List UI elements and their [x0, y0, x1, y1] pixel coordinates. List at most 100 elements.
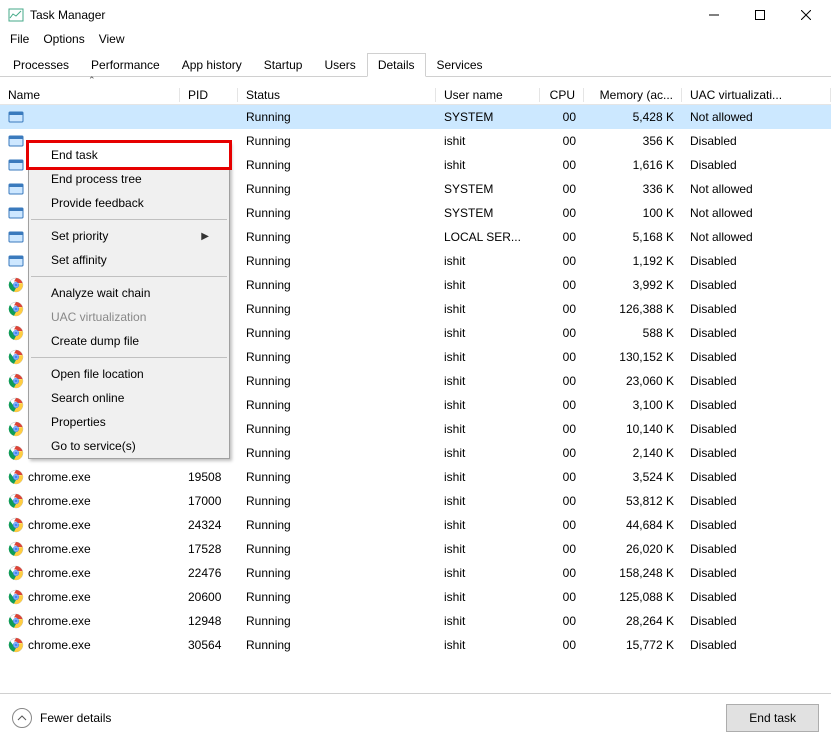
cell-memory: 130,152 K — [584, 350, 682, 364]
cm-separator — [31, 357, 227, 358]
process-icon — [8, 301, 24, 317]
cell-memory: 125,088 K — [584, 590, 682, 604]
process-icon — [8, 253, 24, 269]
cell-status: Running — [238, 638, 436, 652]
cell-user: ishit — [436, 494, 540, 508]
cm-provide-feedback[interactable]: Provide feedback — [29, 191, 229, 215]
cm-set-priority[interactable]: Set priority ▶ — [29, 224, 229, 248]
cm-search-online[interactable]: Search online — [29, 386, 229, 410]
table-row[interactable]: chrome.exe12948Runningishit0028,264 KDis… — [0, 609, 831, 633]
cell-uac: Disabled — [682, 422, 831, 436]
fewer-details-label: Fewer details — [40, 711, 111, 725]
cell-cpu: 00 — [540, 278, 584, 292]
cell-cpu: 00 — [540, 494, 584, 508]
column-headers: ⌃ Name PID Status User name CPU Memory (… — [0, 77, 831, 105]
tab-details[interactable]: Details — [367, 53, 426, 77]
cell-status: Running — [238, 158, 436, 172]
cell-status: Running — [238, 422, 436, 436]
table-row[interactable]: chrome.exe17000Runningishit0053,812 KDis… — [0, 489, 831, 513]
cell-uac: Disabled — [682, 446, 831, 460]
cm-analyze-wait-chain[interactable]: Analyze wait chain — [29, 281, 229, 305]
cm-create-dump[interactable]: Create dump file — [29, 329, 229, 353]
header-cpu[interactable]: CPU — [540, 88, 584, 102]
cell-memory: 5,428 K — [584, 110, 682, 124]
cell-memory: 23,060 K — [584, 374, 682, 388]
cell-uac: Disabled — [682, 158, 831, 172]
tab-services[interactable]: Services — [426, 53, 494, 77]
cell-cpu: 00 — [540, 638, 584, 652]
cell-status: Running — [238, 302, 436, 316]
end-task-button[interactable]: End task — [726, 704, 819, 732]
cell-status: Running — [238, 566, 436, 580]
header-name[interactable]: Name — [0, 88, 180, 102]
header-user[interactable]: User name — [436, 88, 540, 102]
header-uac[interactable]: UAC virtualizati... — [682, 88, 831, 102]
fewer-details-link[interactable]: Fewer details — [12, 708, 111, 728]
table-row[interactable]: chrome.exe20600Runningishit00125,088 KDi… — [0, 585, 831, 609]
table-row[interactable]: chrome.exe30564Runningishit0015,772 KDis… — [0, 633, 831, 655]
process-icon — [8, 397, 24, 413]
cell-uac: Disabled — [682, 398, 831, 412]
tab-processes[interactable]: Processes — [2, 53, 80, 77]
bottom-bar: Fewer details End task — [0, 693, 831, 741]
cell-user: ishit — [436, 422, 540, 436]
cell-name: chrome.exe — [28, 494, 91, 508]
cell-uac: Disabled — [682, 326, 831, 340]
cell-user: ishit — [436, 278, 540, 292]
cell-uac: Disabled — [682, 350, 831, 364]
table-row[interactable]: chrome.exe22476Runningishit00158,248 KDi… — [0, 561, 831, 585]
table-row[interactable]: chrome.exe19508Runningishit003,524 KDisa… — [0, 465, 831, 489]
cell-memory: 3,992 K — [584, 278, 682, 292]
cm-end-task[interactable]: End task — [26, 140, 232, 170]
cm-set-affinity[interactable]: Set affinity — [29, 248, 229, 272]
cell-status: Running — [238, 374, 436, 388]
cell-memory: 126,388 K — [584, 302, 682, 316]
menu-view[interactable]: View — [99, 32, 125, 46]
cell-cpu: 00 — [540, 182, 584, 196]
cell-cpu: 00 — [540, 110, 584, 124]
cell-name: chrome.exe — [28, 590, 91, 604]
process-icon — [8, 469, 24, 485]
header-status[interactable]: Status — [238, 88, 436, 102]
close-button[interactable] — [783, 0, 829, 30]
cell-status: Running — [238, 398, 436, 412]
header-pid[interactable]: PID — [180, 88, 238, 102]
tab-startup[interactable]: Startup — [253, 53, 314, 77]
cell-name: chrome.exe — [28, 614, 91, 628]
cell-uac: Disabled — [682, 302, 831, 316]
tabbar: Processes Performance App history Startu… — [0, 52, 831, 77]
cell-status: Running — [238, 350, 436, 364]
cell-status: Running — [238, 110, 436, 124]
cell-user: SYSTEM — [436, 110, 540, 124]
table-row[interactable]: RunningSYSTEM005,428 KNot allowed — [0, 105, 831, 129]
menubar: File Options View — [0, 30, 831, 52]
maximize-button[interactable] — [737, 0, 783, 30]
tab-users[interactable]: Users — [313, 53, 366, 77]
table-row[interactable]: chrome.exe24324Runningishit0044,684 KDis… — [0, 513, 831, 537]
minimize-button[interactable] — [691, 0, 737, 30]
process-icon — [8, 205, 24, 221]
cell-user: ishit — [436, 350, 540, 364]
task-manager-icon — [8, 7, 24, 23]
cm-end-process-tree[interactable]: End process tree — [29, 167, 229, 191]
cell-pid: 19508 — [180, 470, 238, 484]
process-icon — [8, 517, 24, 533]
chevron-right-icon: ▶ — [201, 231, 209, 242]
tab-app-history[interactable]: App history — [171, 53, 253, 77]
cell-cpu: 00 — [540, 446, 584, 460]
tab-performance[interactable]: Performance — [80, 53, 171, 77]
menu-file[interactable]: File — [10, 32, 29, 46]
table-row[interactable]: chrome.exe17528Runningishit0026,020 KDis… — [0, 537, 831, 561]
cm-uac-virtualization: UAC virtualization — [29, 305, 229, 329]
cell-pid: 17000 — [180, 494, 238, 508]
menu-options[interactable]: Options — [43, 32, 84, 46]
cell-uac: Disabled — [682, 134, 831, 148]
cm-go-to-services[interactable]: Go to service(s) — [29, 434, 229, 458]
cell-memory: 3,100 K — [584, 398, 682, 412]
cell-uac: Disabled — [682, 494, 831, 508]
cell-pid: 12948 — [180, 614, 238, 628]
cm-properties[interactable]: Properties — [29, 410, 229, 434]
header-memory[interactable]: Memory (ac... — [584, 88, 682, 102]
cm-open-file-location[interactable]: Open file location — [29, 362, 229, 386]
process-icon — [8, 445, 24, 461]
